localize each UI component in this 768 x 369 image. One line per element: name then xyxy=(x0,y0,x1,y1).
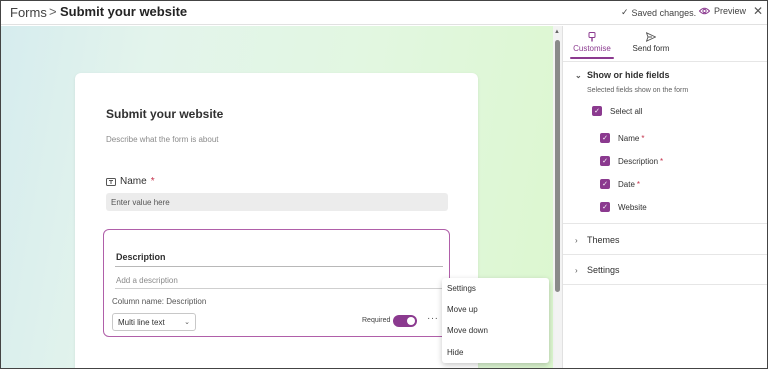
toggle-knob xyxy=(407,317,415,325)
divider xyxy=(563,284,767,285)
check-icon: ✓ xyxy=(600,133,610,143)
form-description-input[interactable]: Describe what the form is about xyxy=(106,135,219,144)
show-hide-fields-title: Show or hide fields xyxy=(587,70,670,80)
field-label: Description xyxy=(618,156,659,166)
active-tab-indicator xyxy=(570,57,614,59)
field-checkbox-date[interactable]: ✓ Date * xyxy=(600,179,640,189)
description-question[interactable]: Description Add a description Column nam… xyxy=(103,229,450,337)
themes-title: Themes xyxy=(587,235,620,245)
eye-icon xyxy=(699,7,710,15)
menu-item-move-down[interactable]: Move down xyxy=(447,326,488,335)
chevron-down-icon: ⌄ xyxy=(184,319,190,326)
page-title: Submit your website xyxy=(60,4,188,19)
field-type-select[interactable]: Multi line text ⌄ xyxy=(112,313,196,331)
field-label: Name xyxy=(618,133,640,143)
preview-button[interactable]: Preview xyxy=(699,6,746,16)
check-icon: ✓ xyxy=(600,202,610,212)
required-marker: * xyxy=(660,156,664,166)
close-icon[interactable]: ✕ xyxy=(753,4,763,18)
required-toggle[interactable] xyxy=(393,315,417,327)
required-label: Required xyxy=(362,317,391,324)
field-checkbox-website[interactable]: ✓ Website xyxy=(600,202,647,212)
settings-title: Settings xyxy=(587,265,620,275)
tab-send-form-label: Send form xyxy=(632,44,670,53)
field-checkbox-description[interactable]: ✓ Description * xyxy=(600,156,663,166)
chevron-right-icon: › xyxy=(575,265,578,275)
save-status: ✓ Saved changes. xyxy=(621,7,696,18)
description-question-label[interactable]: Description xyxy=(116,252,166,262)
question-type-icon xyxy=(106,177,116,186)
form-card: Submit your website Describe what the fo… xyxy=(75,73,478,368)
save-status-text: Saved changes. xyxy=(631,7,697,18)
themes-section-header[interactable]: › Themes xyxy=(575,235,620,245)
required-marker: * xyxy=(636,179,641,189)
breadcrumb-forms[interactable]: Forms xyxy=(10,5,47,20)
field-label: Website xyxy=(618,202,647,212)
show-hide-fields-header[interactable]: ⌄ Show or hide fields xyxy=(575,70,670,80)
top-bar: Forms > Submit your website ✓ Saved chan… xyxy=(1,1,767,25)
chevron-right-icon: › xyxy=(575,235,578,245)
form-title[interactable]: Submit your website xyxy=(106,107,223,121)
scrollbar-thumb[interactable] xyxy=(555,40,560,292)
name-input[interactable]: Enter value here xyxy=(106,193,448,211)
column-name: Column name: Description xyxy=(112,297,207,306)
field-type-value: Multi line text xyxy=(118,317,165,327)
divider xyxy=(115,288,443,289)
breadcrumb-separator: > xyxy=(49,4,57,19)
settings-section-header[interactable]: › Settings xyxy=(575,265,620,275)
app-window: Forms > Submit your website ✓ Saved chan… xyxy=(0,0,768,369)
divider xyxy=(563,223,767,224)
tab-customise[interactable]: Customise xyxy=(571,32,613,53)
required-marker: * xyxy=(641,133,645,143)
name-question[interactable]: Name * xyxy=(106,176,155,187)
add-description-input[interactable]: Add a description xyxy=(116,276,178,285)
menu-item-settings[interactable]: Settings xyxy=(447,284,476,293)
name-question-label: Name xyxy=(120,176,147,187)
check-icon: ✓ xyxy=(621,7,629,17)
divider xyxy=(563,254,767,255)
canvas-scrollbar[interactable]: ▲ xyxy=(553,26,562,368)
divider xyxy=(115,266,443,267)
tab-customise-label: Customise xyxy=(573,44,611,53)
scroll-up-icon[interactable]: ▲ xyxy=(554,29,560,35)
preview-label: Preview xyxy=(714,6,747,16)
check-icon: ✓ xyxy=(592,106,602,116)
select-all-checkbox[interactable]: ✓ Select all xyxy=(592,106,642,116)
divider xyxy=(563,61,767,62)
select-all-label: Select all xyxy=(610,106,643,116)
show-hide-note: Selected fields show on the form xyxy=(587,87,689,94)
menu-item-move-up[interactable]: Move up xyxy=(447,305,478,314)
more-options-button[interactable]: ··· xyxy=(427,313,439,324)
customise-panel: Customise Send form ⌄ Show or hide field… xyxy=(562,26,767,368)
chevron-down-icon: ⌄ xyxy=(575,70,582,80)
field-checkbox-name[interactable]: ✓ Name * xyxy=(600,133,644,143)
required-marker: * xyxy=(150,176,155,187)
tab-send-form[interactable]: Send form xyxy=(629,32,673,53)
question-context-menu: Settings Move up Move down Hide xyxy=(442,278,549,363)
check-icon: ✓ xyxy=(600,179,610,189)
field-label: Date xyxy=(618,179,635,189)
menu-item-hide[interactable]: Hide xyxy=(447,348,463,357)
send-icon xyxy=(646,32,656,42)
check-icon: ✓ xyxy=(600,156,610,166)
paintbrush-icon xyxy=(588,32,596,42)
